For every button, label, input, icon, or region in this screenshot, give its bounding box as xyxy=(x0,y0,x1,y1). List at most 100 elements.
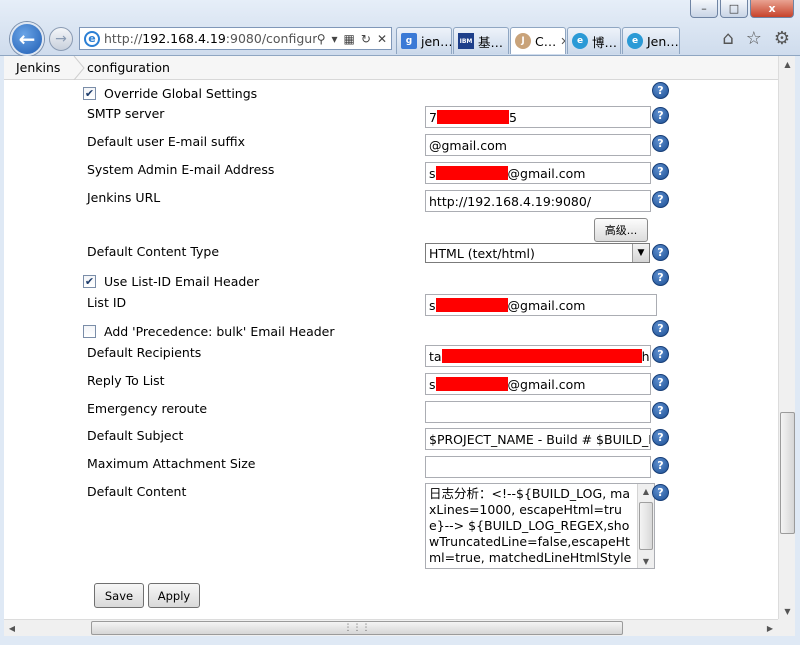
scroll-right-icon[interactable]: ▶ xyxy=(762,620,778,637)
dropdown-icon[interactable]: ▾ xyxy=(332,32,338,46)
help-icon[interactable]: ? xyxy=(652,269,669,286)
tab-ibm[interactable]: IBM 基… xyxy=(453,27,509,54)
admin-email-input[interactable]: s @gmail.com xyxy=(425,162,651,184)
address-url[interactable]: http://192.168.4.19:9080/configure xyxy=(104,31,317,46)
help-icon[interactable]: ? xyxy=(652,374,669,391)
minimize-button[interactable]: – xyxy=(690,0,718,18)
forward-button[interactable]: → xyxy=(49,27,73,51)
scroll-left-icon[interactable]: ◀ xyxy=(4,620,20,637)
scroll-down-icon[interactable]: ▼ xyxy=(779,603,796,619)
page-horizontal-scrollbar[interactable]: ◀ ⋮⋮⋮ ▶ xyxy=(4,619,778,636)
settings-gear-icon[interactable]: ⚙ xyxy=(774,28,790,49)
stop-icon[interactable]: ✕ xyxy=(377,32,387,46)
content-type-select[interactable]: HTML (text/html) ▼ xyxy=(425,243,650,263)
home-icon[interactable]: ⌂ xyxy=(722,28,733,49)
precedence-bulk-checkbox[interactable] xyxy=(83,325,96,338)
reply-to-input[interactable]: s @gmail.com xyxy=(425,373,651,395)
redaction-block xyxy=(435,298,508,312)
jenkins-url-input[interactable]: http://192.168.4.19:9080/ xyxy=(425,190,651,212)
tab-label: 基… xyxy=(478,34,504,50)
ie-icon: e xyxy=(627,33,643,49)
help-icon[interactable]: ? xyxy=(652,135,669,152)
help-icon[interactable]: ? xyxy=(652,346,669,363)
override-global-settings-checkbox[interactable]: ✔ xyxy=(83,87,96,100)
tab-jenkins-google[interactable]: g jen… xyxy=(396,27,452,54)
jenkins-url-value: http://192.168.4.19:9080/ xyxy=(429,194,592,209)
browser-toolbar-right: ⌂ ☆ ⚙ xyxy=(722,28,790,49)
g-icon: g xyxy=(401,33,417,49)
search-icon[interactable]: ⚲ xyxy=(317,32,326,46)
breadcrumb-configuration[interactable]: configuration xyxy=(87,60,170,75)
list-id-header-label: Use List-ID Email Header xyxy=(104,274,260,289)
help-icon[interactable]: ? xyxy=(652,320,669,337)
precedence-bulk-row[interactable]: Add 'Precedence: bulk' Email Header xyxy=(83,324,335,339)
ibm-icon: IBM xyxy=(458,33,474,49)
admin-email-suffix: @gmail.com xyxy=(507,166,586,181)
help-icon[interactable]: ? xyxy=(652,429,669,446)
help-icon[interactable]: ? xyxy=(652,244,669,261)
smtp-server-input[interactable]: 7 5 xyxy=(425,106,651,128)
back-button[interactable]: ← xyxy=(10,22,44,56)
help-icon[interactable]: ? xyxy=(652,82,669,99)
help-icon[interactable]: ? xyxy=(652,402,669,419)
help-icon[interactable]: ? xyxy=(652,457,669,474)
refresh-icon[interactable]: ↻ xyxy=(361,32,371,46)
email-suffix-input[interactable]: @gmail.com xyxy=(425,134,651,156)
save-button[interactable]: Save xyxy=(94,583,144,608)
list-id-input[interactable]: s @gmail.com xyxy=(425,294,657,316)
help-icon[interactable]: ? xyxy=(652,191,669,208)
override-global-settings-label: Override Global Settings xyxy=(104,86,258,101)
breadcrumb-jenkins[interactable]: Jenkins xyxy=(16,60,60,75)
url-path: :9080/configure xyxy=(225,31,317,46)
ie-page-icon: e xyxy=(84,30,100,47)
close-window-button[interactable]: x xyxy=(750,0,794,18)
address-bar[interactable]: e http://192.168.4.19:9080/configure ⚲ ▾… xyxy=(79,27,392,50)
smtp-value-prefix: 7 xyxy=(429,110,437,125)
redaction-block xyxy=(435,377,508,391)
advanced-button[interactable]: 高级... xyxy=(594,218,648,242)
scroll-thumb[interactable] xyxy=(639,502,653,550)
scroll-up-icon[interactable]: ▲ xyxy=(779,56,796,72)
window-controls: – □ x xyxy=(690,0,794,18)
apply-button[interactable]: Apply xyxy=(148,583,200,608)
maximize-button[interactable]: □ xyxy=(720,0,748,18)
textarea-scrollbar[interactable]: ▲ ▼ xyxy=(637,484,654,568)
back-arrow-icon: ← xyxy=(18,27,36,51)
default-content-textarea[interactable]: 日志分析：<!--${BUILD_LOG, maxLines=1000, esc… xyxy=(425,483,655,569)
attachment-size-input[interactable] xyxy=(425,456,651,478)
emergency-reroute-input[interactable] xyxy=(425,401,651,423)
scrollbar-corner xyxy=(778,619,795,636)
help-icon[interactable]: ? xyxy=(652,163,669,180)
tab-blog[interactable]: e 博… xyxy=(567,27,621,54)
jenkins-url-label: Jenkins URL xyxy=(87,190,161,205)
redaction-block xyxy=(441,349,642,363)
dropdown-arrow-icon[interactable]: ▼ xyxy=(632,244,649,262)
url-host: 192.168.4.19 xyxy=(142,31,226,46)
content-type-label: Default Content Type xyxy=(87,244,220,259)
reply-to-label: Reply To List xyxy=(87,373,165,388)
list-id-header-checkbox[interactable]: ✔ xyxy=(83,275,96,288)
compat-view-icon[interactable]: ▦ xyxy=(344,32,355,46)
scroll-thumb[interactable]: ⋮⋮⋮ xyxy=(91,621,623,635)
default-subject-input[interactable]: $PROJECT_NAME - Build # $BUILD_NUMBER xyxy=(425,428,651,450)
favorites-star-icon[interactable]: ☆ xyxy=(746,28,762,49)
page-vertical-scrollbar[interactable]: ▲ ▼ xyxy=(778,56,795,619)
tab-label: C… xyxy=(535,33,557,49)
scroll-down-icon[interactable]: ▼ xyxy=(638,554,654,568)
list-id-suffix: @gmail.com xyxy=(507,298,586,313)
default-recipients-input[interactable]: ta hi xyxy=(425,345,651,367)
list-id-header-row[interactable]: ✔ Use List-ID Email Header xyxy=(83,274,259,289)
help-icon[interactable]: ? xyxy=(652,484,669,501)
tab-configuration[interactable]: J C… ✕ xyxy=(510,27,566,54)
default-recipients-label: Default Recipients xyxy=(87,345,202,360)
tab-jenkins-ie[interactable]: e Jen… xyxy=(622,27,680,54)
admin-email-label: System Admin E-mail Address xyxy=(87,162,275,177)
content-type-value: HTML (text/html) xyxy=(429,246,535,261)
tab-strip: g jen… IBM 基… J C… ✕ e 博… e Jen… xyxy=(396,27,681,54)
scroll-thumb[interactable] xyxy=(780,412,795,534)
tab-label: Jen… xyxy=(647,33,679,49)
breadcrumb-separator-icon xyxy=(73,56,85,80)
override-global-settings-row[interactable]: ✔ Override Global Settings xyxy=(83,86,257,101)
help-icon[interactable]: ? xyxy=(652,107,669,124)
close-tab-icon[interactable]: ✕ xyxy=(560,35,565,48)
